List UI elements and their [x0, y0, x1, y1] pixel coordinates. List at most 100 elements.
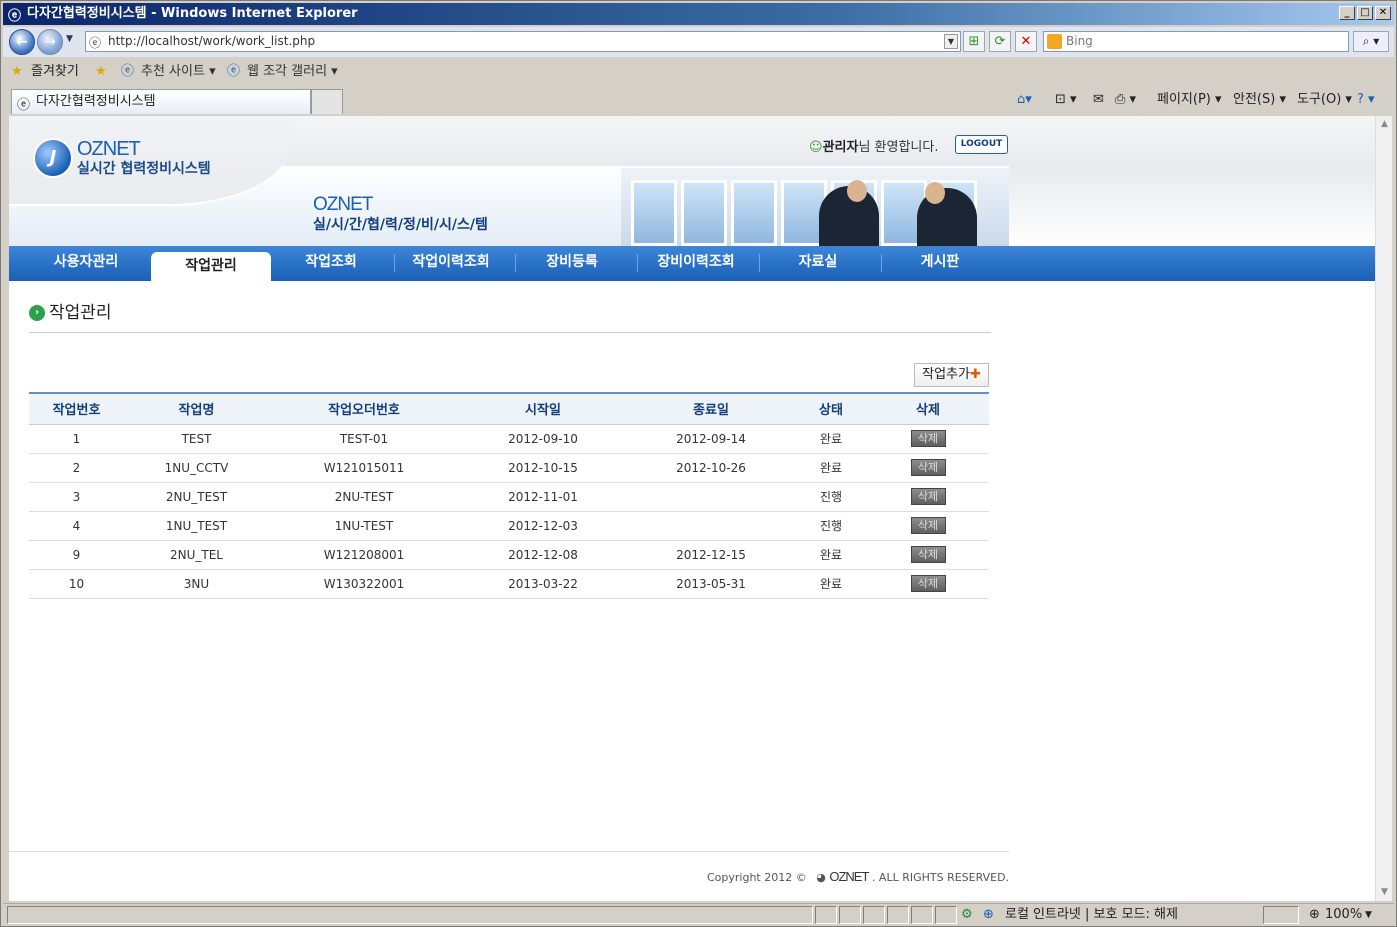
- forward-button[interactable]: →: [37, 29, 63, 55]
- address-toolbar: ← → ▼ ⓔ http://localhost/work/work_list.…: [3, 27, 1394, 57]
- search-input[interactable]: Bing: [1043, 31, 1349, 52]
- cell-work-no: 9: [29, 540, 124, 570]
- cell-order-no: 2NU-TEST: [269, 482, 459, 512]
- address-bar[interactable]: ⓔ http://localhost/work/work_list.php ▼: [85, 31, 961, 52]
- menu-board[interactable]: 게시판: [880, 246, 1000, 281]
- vertical-scrollbar[interactable]: ▲ ▼: [1375, 116, 1392, 901]
- logout-button[interactable]: LOGOUT: [955, 135, 1008, 154]
- scroll-down-icon[interactable]: ▼: [1376, 884, 1393, 901]
- cell-end-date: 2012-09-14: [627, 424, 795, 454]
- cell-start-date: 2012-11-01: [459, 482, 627, 512]
- cell-work-no: 3: [29, 482, 124, 512]
- cell-status: 진행: [795, 482, 867, 512]
- stop-icon[interactable]: ✕: [1015, 31, 1037, 52]
- refresh-icon[interactable]: ⟳: [989, 31, 1011, 52]
- cell-status: 완료: [795, 569, 867, 599]
- cell-work-name: 3NU: [124, 569, 269, 599]
- help-icon[interactable]: ? ▾: [1357, 91, 1375, 109]
- back-button[interactable]: ←: [9, 29, 35, 55]
- mail-icon[interactable]: ✉: [1093, 91, 1104, 109]
- col-end-date: 종료일: [627, 392, 795, 425]
- tab-current[interactable]: ⓔ 다자간협력정비시스템: [11, 89, 311, 114]
- col-start-date: 시작일: [459, 392, 627, 425]
- protected-mode-icon[interactable]: [1263, 906, 1299, 924]
- page-title-text: 작업관리: [49, 303, 112, 323]
- cell-end-date: 2012-12-15: [627, 540, 795, 570]
- cell-order-no: W121208001: [269, 540, 459, 570]
- cell-start-date: 2012-09-10: [459, 424, 627, 454]
- ie-icon: ⓔ: [8, 9, 22, 24]
- footer-brand: OZNET: [829, 869, 869, 884]
- col-work-no: 작업번호: [29, 392, 124, 425]
- suggested-sites-link[interactable]: 추천 사이트 ▾: [141, 59, 216, 85]
- intranet-icon: ⊕: [983, 907, 994, 922]
- menu-work-management[interactable]: 작업관리: [151, 252, 271, 281]
- cell-work-name: 2NU_TEL: [124, 540, 269, 570]
- print-icon[interactable]: ⎙ ▾: [1115, 91, 1136, 109]
- cell-delete: 삭제: [867, 511, 989, 541]
- page-menu[interactable]: 페이지(P) ▾: [1157, 91, 1222, 109]
- scroll-up-icon[interactable]: ▲: [1376, 116, 1393, 133]
- copyright-text: Copyright 2012 ©: [707, 871, 807, 884]
- cell-order-no: TEST-01: [269, 424, 459, 454]
- cell-end-date: 2013-05-31: [627, 569, 795, 599]
- bing-icon: [1047, 34, 1062, 49]
- menu-equipment-history[interactable]: 장비이력조회: [636, 246, 756, 281]
- cell-work-name: TEST: [124, 424, 269, 454]
- new-tab-button[interactable]: [311, 89, 343, 114]
- compat-view-icon[interactable]: ⊞: [963, 31, 985, 52]
- menu-library[interactable]: 자료실: [758, 246, 878, 281]
- cell-status: 완료: [795, 453, 867, 483]
- table-row: 3 2NU_TEST 2NU-TEST 2012-11-01 진행 삭제: [29, 482, 989, 512]
- address-dropdown-icon[interactable]: ▼: [944, 34, 958, 49]
- status-text-cell: [7, 906, 813, 924]
- cell-delete: 삭제: [867, 482, 989, 512]
- welcome-text: 님 환영합니다.: [858, 140, 939, 155]
- zoom-icon[interactable]: ⊕: [1309, 904, 1320, 926]
- favorites-button[interactable]: 즐겨찾기: [31, 59, 79, 85]
- cell-order-no: W130322001: [269, 569, 459, 599]
- work-table: 작업번호 작업명 작업오더번호 시작일 종료일 상태 삭제 1 TEST TEST-…: [29, 392, 989, 599]
- maximize-button[interactable]: □: [1357, 6, 1373, 20]
- add-work-button[interactable]: 작업추가✚: [914, 363, 989, 387]
- col-order-no: 작업오더번호: [269, 392, 459, 425]
- cell-work-name: 2NU_TEST: [124, 482, 269, 512]
- zoom-dropdown-icon[interactable]: ▼: [1365, 904, 1372, 926]
- cell-work-no: 2: [29, 453, 124, 483]
- search-icon[interactable]: ⌕ ▾: [1353, 31, 1389, 52]
- delete-button[interactable]: 삭제: [910, 488, 946, 505]
- delete-button[interactable]: 삭제: [910, 430, 946, 447]
- delete-button[interactable]: 삭제: [910, 546, 946, 563]
- delete-button[interactable]: 삭제: [910, 459, 946, 476]
- close-button[interactable]: ✕: [1375, 6, 1391, 20]
- zoom-level[interactable]: 100%: [1325, 904, 1362, 926]
- cell-status: 진행: [795, 511, 867, 541]
- col-work-name: 작업명: [124, 392, 269, 425]
- table-row: 1 TEST TEST-01 2012-09-10 2012-09-14 완료 삭제: [29, 424, 989, 454]
- menu-equipment-register[interactable]: 장비등록: [512, 246, 632, 281]
- delete-button[interactable]: 삭제: [910, 575, 946, 592]
- feeds-icon[interactable]: ⊡ ▾: [1055, 91, 1077, 109]
- table-row: 4 1NU_TEST 1NU-TEST 2012-12-03 진행 삭제: [29, 511, 989, 541]
- plus-icon: ✚: [969, 367, 981, 382]
- page-title: › 작업관리: [29, 303, 112, 323]
- favorites-bar: ★ 즐겨찾기 ★ ⓔ 추천 사이트 ▾ ⓔ 웹 조각 갤러리 ▾: [3, 59, 1394, 87]
- safety-menu[interactable]: 안전(S) ▾: [1233, 91, 1286, 109]
- menu-work-history[interactable]: 작업이력조회: [391, 246, 511, 281]
- cell-status: 완료: [795, 540, 867, 570]
- title-divider: [29, 332, 991, 333]
- history-dropdown-icon[interactable]: ▼: [66, 34, 73, 44]
- minimize-button[interactable]: _: [1339, 6, 1355, 20]
- site-header: J OZNET 실시간 협력정비시스템 OZNET 실/시/간/협/력/정/비/…: [9, 116, 1375, 246]
- table-row: 10 3NU W130322001 2013-03-22 2013-05-31 완료 삭제: [29, 569, 989, 599]
- delete-button[interactable]: 삭제: [910, 517, 946, 534]
- cell-status: 완료: [795, 424, 867, 454]
- add-favorite-icon[interactable]: ★: [95, 59, 107, 85]
- home-icon[interactable]: ⌂▾: [1017, 91, 1032, 109]
- page-content: J OZNET 실시간 협력정비시스템 OZNET 실/시/간/협/력/정/비/…: [9, 116, 1375, 901]
- menu-work-search[interactable]: 작업조회: [271, 246, 391, 281]
- tools-menu[interactable]: 도구(O) ▾: [1297, 91, 1352, 109]
- menu-user-management[interactable]: 사용자관리: [26, 246, 146, 281]
- web-slice-gallery-link[interactable]: 웹 조각 갤러리 ▾: [247, 59, 338, 85]
- zone-status: 로컬 인트라넷 | 보호 모드: 해제: [1005, 907, 1178, 922]
